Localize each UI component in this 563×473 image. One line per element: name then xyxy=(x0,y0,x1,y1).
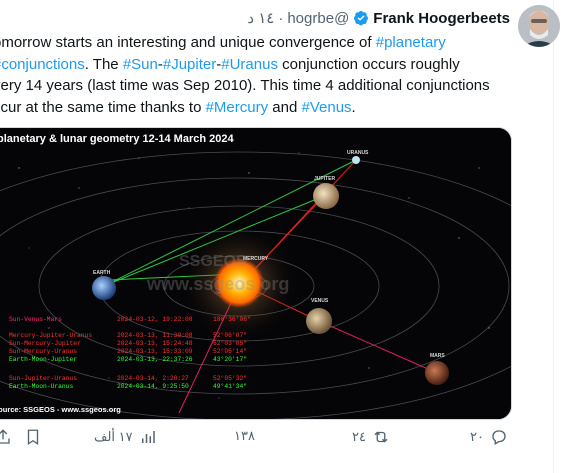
views-count: ١٧ ألف xyxy=(94,429,133,444)
retweet-count: ٢٤ xyxy=(352,429,366,444)
conjunction-angle: 43°20'17" xyxy=(213,355,247,363)
hashtag-link[interactable]: #Uranus xyxy=(221,56,278,73)
verified-badge-icon xyxy=(354,11,369,26)
tweet-actions: ٢٠ ٢٤ ١٣٨ ١٧ ألف xyxy=(0,428,515,454)
watermark-url: www.ssgeos.org xyxy=(146,274,289,294)
conjunction-date: 2024-03-13, 15:33:09 xyxy=(117,348,193,355)
conjunction-bodies: Mercury-Jupiter-Uranus xyxy=(9,332,92,339)
conjunction-date: 2024-03-14, 2:20:27 xyxy=(117,375,189,382)
bookmark-button[interactable] xyxy=(24,428,42,446)
conjunction-angle: 52°05'32" xyxy=(213,374,247,382)
retweet-icon xyxy=(374,431,388,443)
tweet-timestamp[interactable]: ١٤ د xyxy=(247,9,274,27)
image-source: source: SSGEOS - www.ssgeos.org xyxy=(0,405,121,414)
label-mercury: MERCURY xyxy=(243,256,269,262)
watermark-brand: SSGEOS xyxy=(179,253,247,270)
uranus xyxy=(352,156,360,164)
conjunction-angle: 52°05'14" xyxy=(213,347,247,355)
hashtag-link[interactable]: #conjunctions xyxy=(0,56,85,73)
conjunction-date: 2024-03-12, 19:22:08 xyxy=(117,316,193,323)
reply-button[interactable]: ٢٠ xyxy=(470,428,508,446)
tweet-text: omorrow starts an interesting and unique… xyxy=(0,32,503,118)
conjunction-angle: 180°36'06" xyxy=(213,315,251,323)
tweet-text-segment: . xyxy=(351,98,356,116)
tweet-text-segment: ccur at the same time thanks to xyxy=(0,98,206,116)
conjunction-bodies: Sun-Mercury-Uranus xyxy=(9,348,77,355)
share-icon xyxy=(0,429,10,444)
conjunction-bodies: Earth-Moon-Jupiter xyxy=(9,356,77,363)
reply-count: ٢٠ xyxy=(470,429,484,444)
tweet-text-segment: and xyxy=(268,98,302,116)
conjunction-date: 2024-03-13, 11:30:08 xyxy=(117,332,193,339)
conjunction-angle: 49°41'34" xyxy=(213,382,247,390)
label-mars: MARS xyxy=(430,353,445,359)
like-count: ١٣٨ xyxy=(234,428,255,443)
tweet-text-segment: omorrow starts an interesting and unique… xyxy=(0,34,376,51)
hashtag-link[interactable]: #planetary xyxy=(376,34,446,51)
venus xyxy=(306,308,332,334)
conjunction-bodies: Earth-Moon-Uranus xyxy=(9,383,73,390)
bookmark-icon xyxy=(27,429,39,446)
conjunction-date: 2024-03-13, 22:37:26 xyxy=(117,356,193,363)
views-button[interactable]: ١٧ ألف xyxy=(94,428,157,446)
label-uranus: URANUS xyxy=(347,150,369,156)
hashtag-link[interactable]: #Mercury xyxy=(206,99,269,116)
conjunction-bodies: Sun-Mercury-Jupiter xyxy=(9,340,81,347)
hashtag-link[interactable]: #Sun xyxy=(123,56,158,73)
reply-icon xyxy=(492,430,506,445)
tweet-media-image[interactable]: planetary & lunar geometry 12-14 March 2… xyxy=(0,127,512,420)
conjunction-date: 2024-03-13, 15:24:48 xyxy=(117,340,193,347)
label-earth: EARTH xyxy=(93,270,111,276)
image-title: planetary & lunar geometry 12-14 March 2… xyxy=(0,133,234,145)
label-jupiter: JUPITER xyxy=(314,176,336,182)
earth xyxy=(92,276,116,300)
planetary-geometry-image: planetary & lunar geometry 12-14 March 2… xyxy=(0,128,511,419)
hashtag-link[interactable]: #Venus xyxy=(301,99,351,116)
retweet-button[interactable]: ٢٤ xyxy=(352,428,390,446)
timeline-divider xyxy=(553,0,554,473)
avatar-image xyxy=(518,5,560,47)
author-avatar[interactable] xyxy=(518,5,560,47)
tweet-text-segment: conjunction occurs roughly xyxy=(277,55,460,73)
author-name[interactable]: Frank Hoogerbeets xyxy=(373,10,510,27)
conjunction-row: Sun-Venus-Mars 2024-03-12, 19:22:08 180°36… xyxy=(9,315,251,323)
label-venus: VENUS xyxy=(311,298,329,304)
author-handle[interactable]: @hogrbe xyxy=(287,10,349,27)
analytics-icon xyxy=(141,431,155,443)
tweet-text-segment: . The xyxy=(84,55,123,73)
hashtag-link[interactable]: #Jupiter xyxy=(163,56,216,73)
conjunction-angle: 52°06'07" xyxy=(213,331,247,339)
conjunction-angle: 52°03'05" xyxy=(213,339,247,347)
conjunction-bodies: Sun-Jupiter-Uranus xyxy=(9,375,77,382)
tweet-text-segment: very 14 years (last time was Sep 2010). … xyxy=(0,77,490,94)
header-separator: · xyxy=(278,9,284,27)
mars xyxy=(425,361,449,385)
like-button[interactable]: ١٣٨ xyxy=(234,428,255,444)
conjunction-date: 2024-03-14, 9:25:50 xyxy=(117,383,189,390)
tweet-header: Frank Hoogerbeets @hogrbe · ١٤ د xyxy=(247,9,510,28)
conjunction-bodies: Sun-Venus-Mars xyxy=(9,316,62,323)
share-button[interactable] xyxy=(0,428,12,446)
jupiter xyxy=(313,183,339,209)
